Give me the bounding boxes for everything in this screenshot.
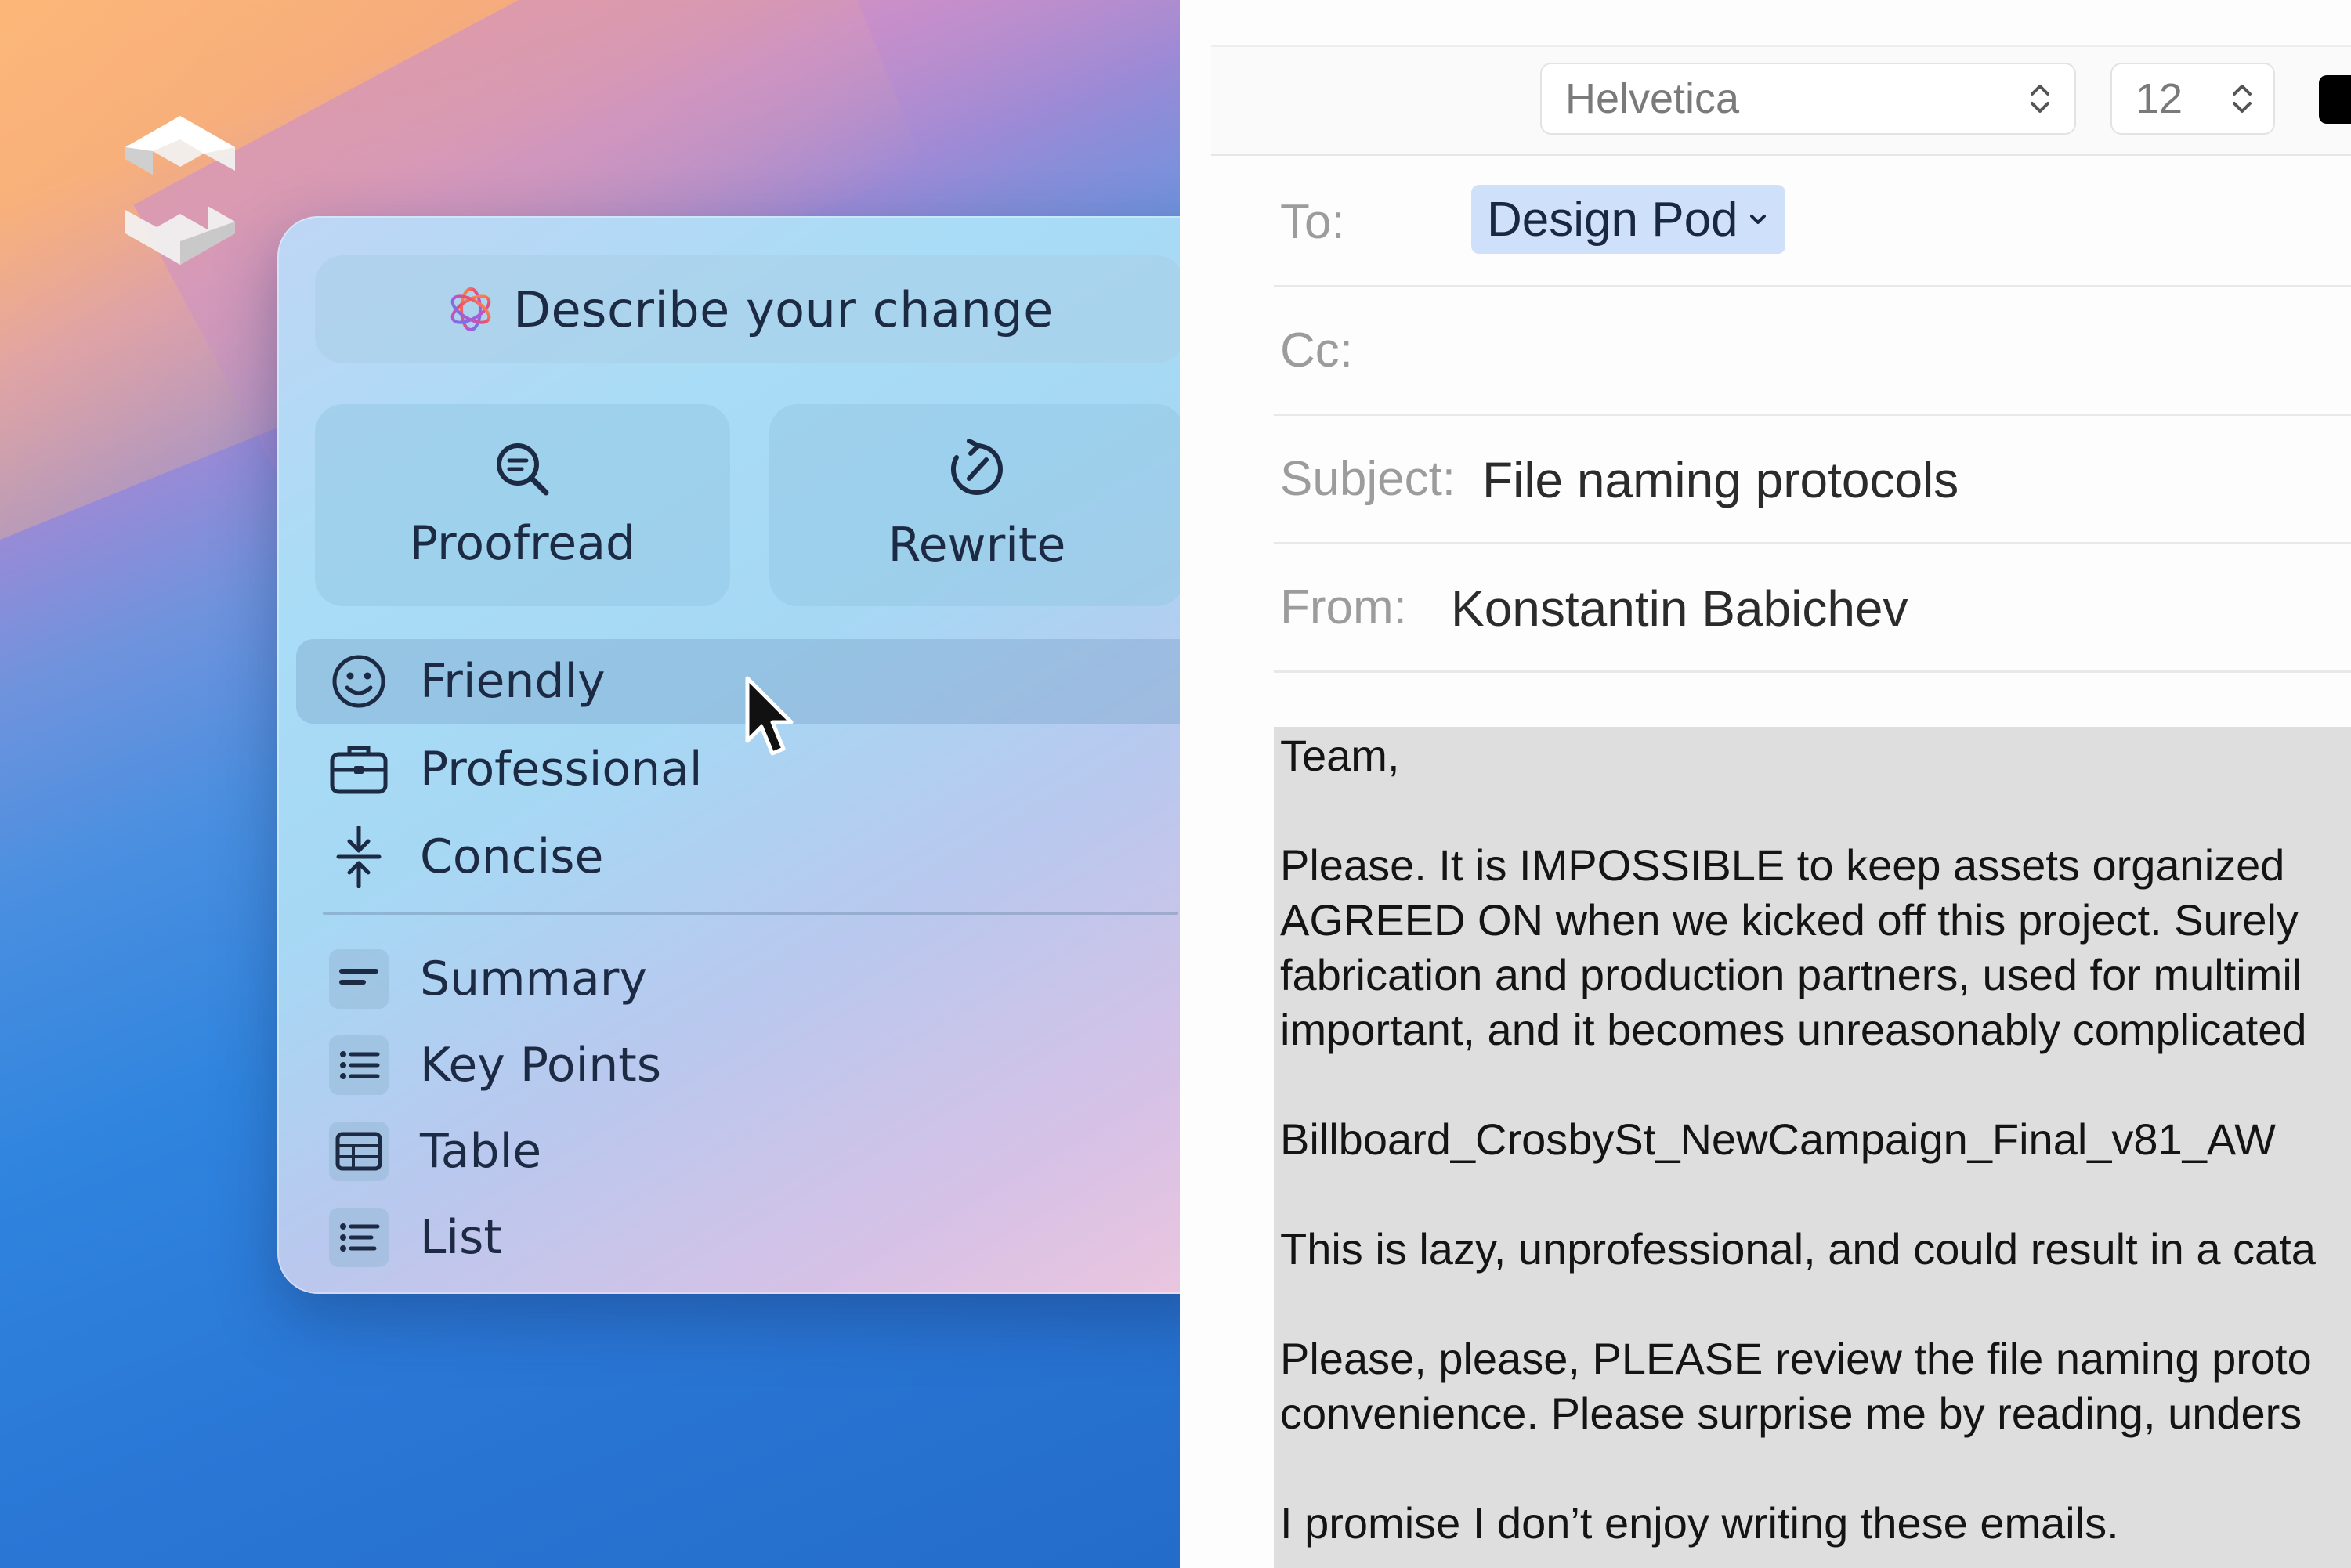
chevron-down-icon <box>1749 215 1766 224</box>
recipient-chip[interactable]: Design Pod <box>1471 185 1785 254</box>
text-color-well[interactable] <box>2319 75 2351 124</box>
briefcase-icon <box>329 739 389 799</box>
message-body[interactable]: Team, Please. It is IMPOSSIBLE to keep a… <box>1274 727 2351 1568</box>
subject-field[interactable]: Subject: File naming protocols <box>1274 414 2351 544</box>
body-line: I promise I don’t enjoy writing these em… <box>1280 1498 2119 1548</box>
subject-value: File naming protocols <box>1482 452 1959 508</box>
rewrite-circular-arrow-icon <box>951 439 1003 495</box>
menu-item-list[interactable]: List <box>296 1195 1205 1280</box>
watermark-logo-icon <box>125 116 235 265</box>
magnifier-text-icon <box>497 443 549 496</box>
menu-item-label: Professional <box>420 742 703 797</box>
menu-item-label: List <box>420 1210 502 1265</box>
subject-label: Subject: <box>1280 452 1456 506</box>
menu-divider <box>323 912 1178 915</box>
body-line: fabrication and production partners, use… <box>1280 950 2302 999</box>
format-toolbar: Helvetica 12 <box>1211 47 2351 156</box>
from-value: Konstantin Babichev <box>1451 580 1908 637</box>
body-line: convenience. Please surprise me by readi… <box>1280 1389 2302 1438</box>
describe-change-placeholder: Describe your change <box>513 280 1054 338</box>
recipient-name: Design Pod <box>1487 192 1738 247</box>
font-family-select[interactable]: Helvetica <box>1540 63 2076 135</box>
menu-item-label: Concise <box>420 829 604 884</box>
cc-label: Cc: <box>1280 323 1353 378</box>
menu-item-label: Summary <box>420 952 647 1006</box>
to-field[interactable]: To: Design Pod <box>1274 157 2351 287</box>
body-line: Billboard_CrosbySt_NewCampaign_Final_v81… <box>1280 1115 2276 1164</box>
menu-item-label: Table <box>420 1124 542 1179</box>
mouse-pointer-icon <box>745 676 794 756</box>
list-icon <box>329 1208 389 1267</box>
font-family-value: Helvetica <box>1565 75 1740 122</box>
summary-lines-icon <box>329 949 389 1009</box>
rewrite-button[interactable]: Rewrite <box>769 404 1185 606</box>
rewrite-label: Rewrite <box>888 518 1066 573</box>
apple-intelligence-icon <box>450 287 491 331</box>
body-line: important, and it becomes unreasonably c… <box>1280 1005 2307 1054</box>
bulleted-list-icon <box>329 1035 389 1095</box>
chevron-up-down-icon <box>2233 85 2252 113</box>
menu-item-concise[interactable]: Concise <box>296 815 1205 899</box>
font-size-value: 12 <box>2136 75 2183 122</box>
menu-item-summary[interactable]: Summary <box>296 937 1205 1021</box>
from-field[interactable]: From: Konstantin Babichev <box>1274 542 2351 673</box>
mail-compose-window: Helvetica 12 To: Design Pod Cc: Subject:… <box>1180 0 2351 1568</box>
describe-change-input[interactable]: Describe your change <box>315 255 1185 363</box>
chevron-up-down-icon <box>2031 85 2049 113</box>
body-line: AGREED ON when we kicked off this projec… <box>1280 895 2299 945</box>
menu-item-key-points[interactable]: Key Points <box>296 1023 1205 1107</box>
menu-item-table[interactable]: Table <box>296 1109 1205 1194</box>
smiley-icon <box>329 652 389 711</box>
compress-arrows-icon <box>329 826 389 888</box>
table-icon <box>329 1122 389 1181</box>
menu-item-label: Friendly <box>420 654 606 709</box>
cc-field[interactable]: Cc: <box>1274 285 2351 416</box>
menu-item-label: Key Points <box>420 1038 662 1093</box>
body-line: Team, <box>1280 731 1400 780</box>
proofread-label: Proofread <box>409 516 636 571</box>
body-line: This is lazy, unprofessional, and could … <box>1280 1224 2316 1274</box>
to-label: To: <box>1280 195 1345 249</box>
font-size-select[interactable]: 12 <box>2110 63 2275 135</box>
body-line: Please, please, PLEASE review the file n… <box>1280 1334 2312 1383</box>
from-label: From: <box>1280 580 1407 634</box>
proofread-button[interactable]: Proofread <box>315 404 730 606</box>
body-line: Please. It is IMPOSSIBLE to keep assets … <box>1280 840 2285 890</box>
